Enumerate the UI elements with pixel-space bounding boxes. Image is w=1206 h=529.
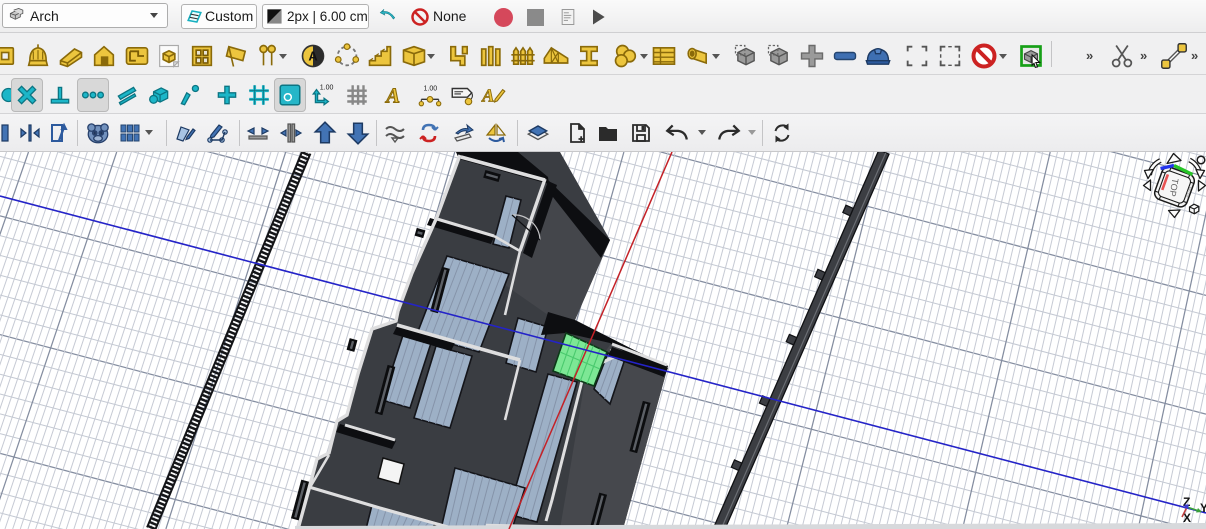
svg-text:1.00: 1.00 bbox=[320, 85, 334, 92]
svg-text:A: A bbox=[384, 86, 400, 108]
svg-text:A: A bbox=[481, 86, 494, 106]
svg-text:A: A bbox=[308, 49, 317, 64]
svg-text:1.00: 1.00 bbox=[424, 86, 438, 93]
svg-text:Y: Y bbox=[1200, 501, 1206, 515]
